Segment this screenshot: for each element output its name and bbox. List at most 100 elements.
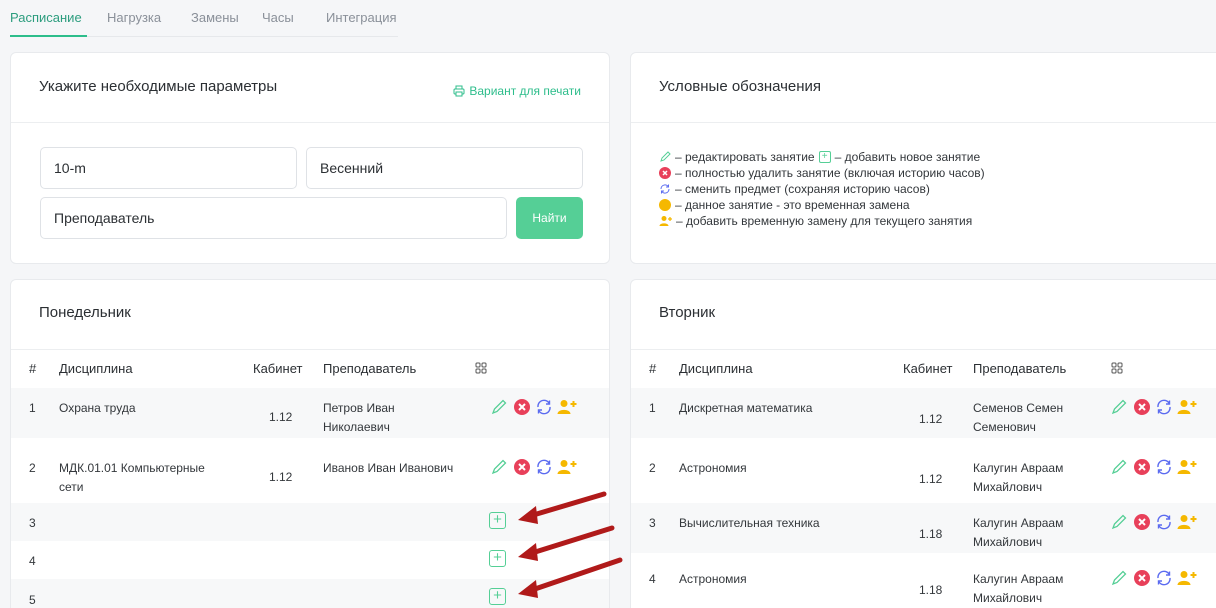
- user-plus-icon[interactable]: [557, 457, 577, 477]
- row-num: 4: [29, 554, 36, 568]
- delete-circle-icon[interactable]: [1132, 397, 1152, 417]
- row-teacher: Иванов Иван Иванович: [323, 461, 454, 475]
- delete-circle-icon[interactable]: [512, 457, 532, 477]
- yellow-dot-icon: [659, 199, 671, 211]
- pencil-icon[interactable]: [489, 457, 509, 477]
- row-num: 5: [29, 593, 36, 607]
- row-room: 1.12: [919, 412, 943, 426]
- refresh-icon[interactable]: [1154, 397, 1174, 417]
- arrow-icon: [518, 491, 607, 524]
- user-plus-icon[interactable]: [1177, 397, 1197, 417]
- row-num: 2: [649, 461, 656, 475]
- refresh-icon[interactable]: [534, 397, 554, 417]
- row-discipline: Охрана труда: [59, 401, 136, 415]
- semester-select[interactable]: Весенний: [306, 147, 583, 189]
- col-discipline: Дисциплина: [59, 361, 133, 376]
- pencil-icon[interactable]: [1109, 397, 1129, 417]
- row-discipline: Дискретная математика: [679, 401, 813, 415]
- col-num: #: [649, 361, 657, 376]
- legend-change-text: – сменить предмет (сохраняя историю часо…: [675, 182, 930, 196]
- pencil-icon: [660, 151, 671, 162]
- row-num: 4: [649, 572, 656, 586]
- monday-header: Понедельник: [11, 280, 609, 350]
- delete-circle-icon[interactable]: [512, 397, 532, 417]
- row-num: 3: [29, 516, 36, 530]
- delete-circle-icon: [659, 167, 671, 179]
- delete-circle-icon[interactable]: [1132, 568, 1152, 588]
- user-plus-icon[interactable]: [557, 397, 577, 417]
- row-room: 1.12: [269, 470, 293, 484]
- col-room: Кабинет: [903, 361, 953, 376]
- tab-load[interactable]: Нагрузка: [107, 10, 161, 25]
- plus-box-icon: +: [818, 151, 831, 163]
- row-discipline: Астрономия: [679, 461, 747, 475]
- col-num: #: [29, 361, 37, 376]
- user-plus-icon[interactable]: [1177, 568, 1197, 588]
- row-room: 1.18: [919, 583, 943, 597]
- row-teacher: Калугин Авраам Михайлович: [973, 516, 1064, 549]
- legend-substitute-text: – добавить временную замену для текущего…: [676, 214, 973, 228]
- row-room: 1.18: [919, 527, 943, 541]
- legend-row-edit: – редактировать занятие + – добавить нов…: [659, 149, 985, 165]
- row-num: 1: [29, 401, 36, 415]
- annotation-arrows: [518, 491, 623, 598]
- tab-schedule[interactable]: Расписание: [10, 10, 82, 25]
- legend-temp-text: – данное занятие - это временная замена: [675, 198, 910, 212]
- legend-list: – редактировать занятие + – добавить нов…: [659, 149, 985, 229]
- tab-replacements[interactable]: Замены: [191, 10, 239, 25]
- params-card: Укажите необходимые параметры Вариант дл…: [10, 52, 610, 264]
- arrow-icon: [518, 525, 615, 561]
- group-select[interactable]: 10-m: [40, 147, 297, 189]
- grid-icon: [475, 362, 487, 374]
- row-num: 3: [649, 516, 656, 530]
- refresh-icon: [660, 184, 670, 194]
- tuesday-card: Вторник # Дисциплина Кабинет Преподавате…: [630, 279, 1216, 608]
- row-room: 1.12: [269, 410, 293, 424]
- legend-row-change: – сменить предмет (сохраняя историю часо…: [659, 181, 985, 197]
- row-teacher: Семенов Семен Семенович: [973, 401, 1064, 434]
- params-title: Укажите необходимые параметры: [39, 78, 278, 95]
- print-link[interactable]: Вариант для печати: [453, 84, 581, 98]
- row-discipline: МДК.01.01 Компьютерные сети: [59, 461, 205, 494]
- row-discipline: Вычислительная техника: [679, 516, 820, 530]
- refresh-icon[interactable]: [534, 457, 554, 477]
- row-num: 1: [649, 401, 656, 415]
- teacher-select[interactable]: Преподаватель: [40, 197, 507, 239]
- pencil-icon[interactable]: [489, 397, 509, 417]
- find-button[interactable]: Найти: [516, 197, 583, 239]
- active-tab-indicator: [10, 35, 87, 37]
- refresh-icon[interactable]: [1154, 512, 1174, 532]
- row-discipline: Астрономия: [679, 572, 747, 586]
- pencil-icon[interactable]: [1109, 568, 1129, 588]
- tuesday-header: Вторник: [631, 280, 1216, 350]
- tab-hours[interactable]: Часы: [262, 10, 294, 25]
- pencil-icon[interactable]: [1109, 512, 1129, 532]
- refresh-icon[interactable]: [1154, 568, 1174, 588]
- printer-icon: [453, 85, 465, 97]
- col-discipline: Дисциплина: [679, 361, 753, 376]
- delete-circle-icon[interactable]: [1132, 457, 1152, 477]
- params-header: Укажите необходимые параметры Вариант дл…: [11, 53, 609, 123]
- legend-edit-text: – редактировать занятие: [675, 150, 815, 164]
- tab-integration[interactable]: Интеграция: [326, 10, 397, 25]
- delete-circle-icon[interactable]: [1132, 512, 1152, 532]
- monday-title: Понедельник: [39, 304, 131, 321]
- pencil-icon[interactable]: [1109, 457, 1129, 477]
- row-teacher: Калугин Авраам Михайлович: [973, 572, 1064, 605]
- legend-row-temp: – данное занятие - это временная замена: [659, 197, 985, 213]
- user-plus-icon[interactable]: [1177, 457, 1197, 477]
- print-label: Вариант для печати: [469, 84, 581, 98]
- col-room: Кабинет: [253, 361, 303, 376]
- legend-card: Условные обозначения – редактировать зан…: [630, 52, 1216, 264]
- user-plus-icon[interactable]: [1177, 512, 1197, 532]
- row-teacher: Петров Иван Николаевич: [323, 401, 395, 434]
- tuesday-title: Вторник: [659, 304, 716, 321]
- col-teacher: Преподаватель: [973, 361, 1067, 376]
- legend-add-text: – добавить новое занятие: [834, 150, 981, 164]
- tabs-bar: Расписание Нагрузка Замены Часы Интеграц…: [0, 0, 420, 38]
- legend-row-delete: – полностью удалить занятие (включая ист…: [659, 165, 985, 181]
- row-teacher: Калугин Авраам Михайлович: [973, 461, 1064, 494]
- legend-title: Условные обозначения: [659, 78, 822, 95]
- refresh-icon[interactable]: [1154, 457, 1174, 477]
- legend-header: Условные обозначения: [631, 53, 1216, 123]
